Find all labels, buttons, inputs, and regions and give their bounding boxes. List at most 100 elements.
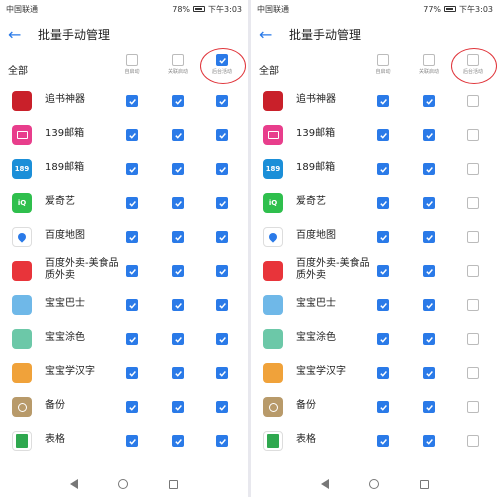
app-permission-checkbox[interactable] <box>423 299 435 311</box>
column-header: 关联启动 <box>161 54 195 75</box>
app-permission-checkbox[interactable] <box>172 435 184 447</box>
back-arrow-icon[interactable]: ← <box>259 25 283 44</box>
app-permission-checkbox[interactable] <box>216 163 228 175</box>
back-arrow-icon[interactable]: ← <box>8 25 32 44</box>
app-row: iQ 爱奇艺 <box>251 186 499 220</box>
battery-icon <box>444 6 457 12</box>
app-permission-checkbox[interactable] <box>467 163 479 175</box>
app-permission-checkbox[interactable] <box>467 367 479 379</box>
app-permission-checkbox[interactable] <box>126 231 138 243</box>
app-permission-checkbox[interactable] <box>172 231 184 243</box>
app-permission-checkbox[interactable] <box>126 129 138 141</box>
app-permission-checkbox[interactable] <box>467 197 479 209</box>
app-permission-checkbox[interactable] <box>423 95 435 107</box>
app-permission-checkbox[interactable] <box>126 435 138 447</box>
app-permission-checkbox[interactable] <box>423 163 435 175</box>
app-permission-checkbox[interactable] <box>126 333 138 345</box>
app-permission-checkbox[interactable] <box>126 197 138 209</box>
app-permission-checkbox[interactable] <box>423 367 435 379</box>
app-permission-checkbox[interactable] <box>377 401 389 413</box>
app-permission-checkbox[interactable] <box>216 231 228 243</box>
app-permission-checkbox[interactable] <box>172 401 184 413</box>
app-permission-checkbox[interactable] <box>467 435 479 447</box>
app-permission-checkbox[interactable] <box>172 265 184 277</box>
app-permission-checkbox[interactable] <box>377 299 389 311</box>
app-permission-checkbox[interactable] <box>216 129 228 141</box>
navigation-bar <box>251 471 499 497</box>
app-permission-checkbox[interactable] <box>423 231 435 243</box>
app-row: 宝宝涂色 <box>0 322 248 356</box>
app-permission-checkbox[interactable] <box>126 265 138 277</box>
select-all-checkbox[interactable] <box>126 54 138 66</box>
app-row: 宝宝巴士 <box>0 288 248 322</box>
app-permission-checkbox[interactable] <box>216 401 228 413</box>
app-permission-checkbox[interactable] <box>467 265 479 277</box>
nav-recent-icon[interactable] <box>168 479 178 489</box>
app-permission-checkbox[interactable] <box>172 163 184 175</box>
book-app-icon <box>263 91 283 111</box>
app-permission-checkbox[interactable] <box>216 367 228 379</box>
app-permission-checkbox[interactable] <box>126 95 138 107</box>
app-permission-checkbox[interactable] <box>172 129 184 141</box>
app-permission-checkbox[interactable] <box>423 333 435 345</box>
app-permission-checkbox[interactable] <box>172 299 184 311</box>
app-name: 表格 <box>296 434 316 445</box>
page-title: 批量手动管理 <box>38 27 111 42</box>
app-permission-checkbox[interactable] <box>216 197 228 209</box>
app-permission-checkbox[interactable] <box>377 95 389 107</box>
app-permission-checkbox[interactable] <box>467 333 479 345</box>
app-name: 备份 <box>45 400 65 411</box>
app-permission-checkbox[interactable] <box>467 95 479 107</box>
app-row: 表格 <box>0 424 248 458</box>
app-permission-checkbox[interactable] <box>126 163 138 175</box>
app-permission-checkbox[interactable] <box>216 95 228 107</box>
app-permission-checkbox[interactable] <box>172 197 184 209</box>
app-permission-checkbox[interactable] <box>423 265 435 277</box>
app-permission-checkbox[interactable] <box>172 367 184 379</box>
app-permission-checkbox[interactable] <box>467 129 479 141</box>
select-all-checkbox[interactable] <box>172 54 184 66</box>
app-name: 宝宝涂色 <box>296 332 336 343</box>
select-all-checkbox[interactable] <box>377 54 389 66</box>
app-permission-checkbox[interactable] <box>126 367 138 379</box>
nav-home-icon[interactable] <box>369 479 380 489</box>
app-permission-checkbox[interactable] <box>423 435 435 447</box>
select-all-checkbox[interactable] <box>423 54 435 66</box>
app-permission-checkbox[interactable] <box>172 95 184 107</box>
app-row: 宝宝学汉字 <box>251 356 499 390</box>
app-permission-checkbox[interactable] <box>216 333 228 345</box>
app-name: 百度外卖-美食品质外卖 <box>296 258 370 281</box>
app-permission-checkbox[interactable] <box>172 333 184 345</box>
app-permission-checkbox[interactable] <box>377 265 389 277</box>
app-permission-checkbox[interactable] <box>216 299 228 311</box>
status-bar: 中国联通 77% 下午3:03 <box>251 0 499 18</box>
nav-back-icon[interactable] <box>70 479 79 489</box>
app-permission-checkbox[interactable] <box>377 197 389 209</box>
app-permission-checkbox[interactable] <box>467 299 479 311</box>
app-permission-checkbox[interactable] <box>126 401 138 413</box>
app-permission-checkbox[interactable] <box>377 163 389 175</box>
app-header: ← 批量手动管理 <box>0 18 248 50</box>
app-row: 百度外卖-美食品质外卖 <box>0 254 248 288</box>
app-permission-checkbox[interactable] <box>423 401 435 413</box>
nav-recent-icon[interactable] <box>419 479 429 489</box>
app-permission-checkbox[interactable] <box>377 435 389 447</box>
column-header: 自启动 <box>115 54 149 75</box>
nav-home-icon[interactable] <box>118 479 129 489</box>
app-permission-checkbox[interactable] <box>377 231 389 243</box>
app-permission-checkbox[interactable] <box>467 231 479 243</box>
app-permission-checkbox[interactable] <box>216 435 228 447</box>
app-permission-checkbox[interactable] <box>423 197 435 209</box>
app-permission-checkbox[interactable] <box>377 333 389 345</box>
app-permission-checkbox[interactable] <box>467 401 479 413</box>
app-permission-checkbox[interactable] <box>377 367 389 379</box>
battery-percent: 77% <box>423 4 442 14</box>
app-permission-checkbox[interactable] <box>423 129 435 141</box>
app-permission-checkbox[interactable] <box>216 265 228 277</box>
app-row: 百度外卖-美食品质外卖 <box>251 254 499 288</box>
app-permission-checkbox[interactable] <box>377 129 389 141</box>
nav-back-icon[interactable] <box>321 479 330 489</box>
app-row: 宝宝学汉字 <box>0 356 248 390</box>
app-row: 表格 <box>251 424 499 458</box>
app-permission-checkbox[interactable] <box>126 299 138 311</box>
